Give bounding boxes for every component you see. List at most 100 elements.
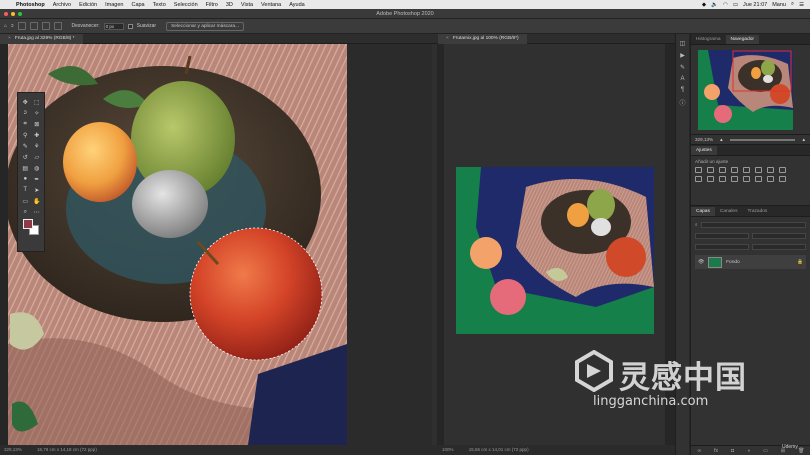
color-balance-icon[interactable] xyxy=(767,167,774,173)
visibility-eye-icon[interactable]: 👁 xyxy=(698,260,704,265)
tab-ajustes[interactable]: Ajustes xyxy=(691,146,717,155)
type-tool-icon[interactable]: T xyxy=(20,185,31,195)
menu-ayuda[interactable]: Ayuda xyxy=(285,2,309,8)
fx-icon[interactable]: fx xyxy=(714,448,718,454)
layer-name[interactable]: Fondo xyxy=(726,260,740,265)
channel-mixer-icon[interactable] xyxy=(707,176,714,182)
opacity-field[interactable] xyxy=(752,232,806,239)
actions-panel-icon[interactable]: ▶ xyxy=(680,52,685,59)
dodge-tool-icon[interactable]: ● xyxy=(20,174,31,184)
menu-seleccion[interactable]: Selección xyxy=(170,2,202,8)
zoom-level[interactable]: 329,13% xyxy=(4,447,22,452)
home-icon[interactable]: ⌂ xyxy=(4,23,7,29)
path-select-icon[interactable]: ➤ xyxy=(32,185,43,195)
gradient-tool-icon[interactable]: ▤ xyxy=(20,163,31,173)
history-panel-icon[interactable]: ◫ xyxy=(680,40,686,47)
invert-icon[interactable] xyxy=(731,176,738,182)
hue-saturation-icon[interactable] xyxy=(755,167,762,173)
tab-trazados[interactable]: Trazados xyxy=(742,207,772,216)
healing-brush-icon[interactable]: ✚ xyxy=(32,130,43,140)
menu-photoshop[interactable]: Photoshop xyxy=(12,2,49,8)
character-panel-icon[interactable]: A xyxy=(680,76,684,82)
zoom-in-icon[interactable]: ▲ xyxy=(801,137,806,142)
adjustment-layer-icon[interactable]: ◑ xyxy=(747,448,750,454)
wifi-icon[interactable]: ◠ xyxy=(723,2,728,8)
photo-filter-icon[interactable] xyxy=(695,176,702,182)
navigator-thumbnail[interactable] xyxy=(698,50,793,130)
stamp-tool-icon[interactable]: ⚘ xyxy=(32,141,43,151)
delete-layer-icon[interactable]: 🗑 xyxy=(798,448,804,454)
minimize-window-button[interactable] xyxy=(11,12,15,16)
selective-color-icon[interactable] xyxy=(779,176,786,182)
zoom-out-icon[interactable]: ▲ xyxy=(719,137,724,142)
zoom-level[interactable]: 100% xyxy=(442,447,454,452)
menu-list-icon[interactable]: ☰ xyxy=(799,2,804,8)
lasso-tool-icon[interactable]: ↄ xyxy=(20,108,31,118)
brush-panel-icon[interactable]: ✎ xyxy=(680,64,685,71)
color-lookup-icon[interactable] xyxy=(719,176,726,182)
menu-3d[interactable]: 3D xyxy=(222,2,237,8)
tab-canales[interactable]: Canales xyxy=(715,207,743,216)
close-tab-icon[interactable]: × xyxy=(8,36,11,41)
brightness-icon[interactable] xyxy=(695,167,702,173)
intersect-selection-icon[interactable] xyxy=(53,22,62,30)
frame-tool-icon[interactable]: ⊠ xyxy=(32,119,43,129)
zoom-tool-icon[interactable]: ⌕ xyxy=(20,207,31,217)
eraser-icon[interactable]: ▱ xyxy=(32,152,43,162)
layer-row-fondo[interactable]: 👁 Fondo 🔒 xyxy=(695,255,806,269)
more-tools-icon[interactable]: ⋯ xyxy=(32,207,43,217)
close-window-button[interactable] xyxy=(4,12,8,16)
link-layers-icon[interactable]: ∞ xyxy=(698,448,702,454)
gradient-map-icon[interactable] xyxy=(767,176,774,182)
lasso-tool-preset-icon[interactable]: ↄ xyxy=(11,23,14,29)
tab-fruta[interactable]: × Fruta.jpg al 329% (RGB/8) * xyxy=(0,33,83,44)
rectangle-tool-icon[interactable]: ▭ xyxy=(20,196,31,206)
exposure-icon[interactable] xyxy=(731,167,738,173)
move-tool-icon[interactable]: ✥ xyxy=(20,97,31,107)
mask-icon[interactable]: ◘ xyxy=(731,448,734,454)
user-name[interactable]: Manu xyxy=(772,2,786,8)
magic-wand-icon[interactable]: ✧ xyxy=(32,108,43,118)
blend-mode-select[interactable] xyxy=(695,232,749,239)
marquee-tool-icon[interactable]: ⬚ xyxy=(32,97,43,107)
info-panel-icon[interactable]: ⓘ xyxy=(679,98,685,107)
vibrance-icon[interactable] xyxy=(743,167,750,173)
tab-histograma[interactable]: Histograma xyxy=(691,35,726,44)
menu-vista[interactable]: Vista xyxy=(237,2,257,8)
antialias-checkbox[interactable] xyxy=(127,23,133,29)
menu-filtro[interactable]: Filtro xyxy=(202,2,222,8)
clock[interactable]: Jue 21:07 xyxy=(743,2,767,8)
subtract-selection-icon[interactable] xyxy=(41,22,50,30)
dropbox-icon[interactable]: ◆ xyxy=(702,2,706,8)
bw-icon[interactable] xyxy=(779,167,786,173)
tab-navegador[interactable]: Navegador xyxy=(725,35,759,44)
fill-field[interactable] xyxy=(752,243,806,250)
history-brush-icon[interactable]: ↺ xyxy=(20,152,31,162)
menu-capa[interactable]: Capa xyxy=(127,2,148,8)
feather-input[interactable]: 0 px xyxy=(103,22,124,30)
menu-archivo[interactable]: Archivo xyxy=(49,2,75,8)
threshold-icon[interactable] xyxy=(755,176,762,182)
vertical-scrollbar[interactable] xyxy=(432,44,437,445)
brush-tool-icon[interactable]: ✎ xyxy=(20,141,31,151)
select-and-mask-button[interactable]: Seleccionar y aplicar máscara... xyxy=(166,21,245,31)
layer-filter-select[interactable] xyxy=(700,221,806,228)
blur-tool-icon[interactable]: ◍ xyxy=(32,163,43,173)
crop-tool-icon[interactable]: ⌗ xyxy=(20,119,31,129)
zoom-window-button[interactable] xyxy=(18,12,22,16)
curves-icon[interactable] xyxy=(719,167,726,173)
battery-icon[interactable]: ▭ xyxy=(733,2,738,8)
tab-frutamix[interactable]: × Frutamix.jpg al 100% (RGB/8*) xyxy=(438,33,527,44)
menu-ventana[interactable]: Ventana xyxy=(257,2,285,8)
close-tab-icon[interactable]: × xyxy=(446,36,449,41)
menu-texto[interactable]: Texto xyxy=(149,2,170,8)
volume-icon[interactable]: 🔈 xyxy=(711,2,718,8)
paragraph-panel-icon[interactable]: ¶ xyxy=(681,87,684,93)
zoom-slider[interactable] xyxy=(729,138,796,141)
canvas-frutamix[interactable] xyxy=(456,167,654,334)
posterize-icon[interactable] xyxy=(743,176,750,182)
foreground-color-swatch[interactable] xyxy=(23,219,33,229)
menu-imagen[interactable]: Imagen xyxy=(101,2,127,8)
menu-edicion[interactable]: Edición xyxy=(75,2,101,8)
pen-tool-icon[interactable]: ✒ xyxy=(32,174,43,184)
